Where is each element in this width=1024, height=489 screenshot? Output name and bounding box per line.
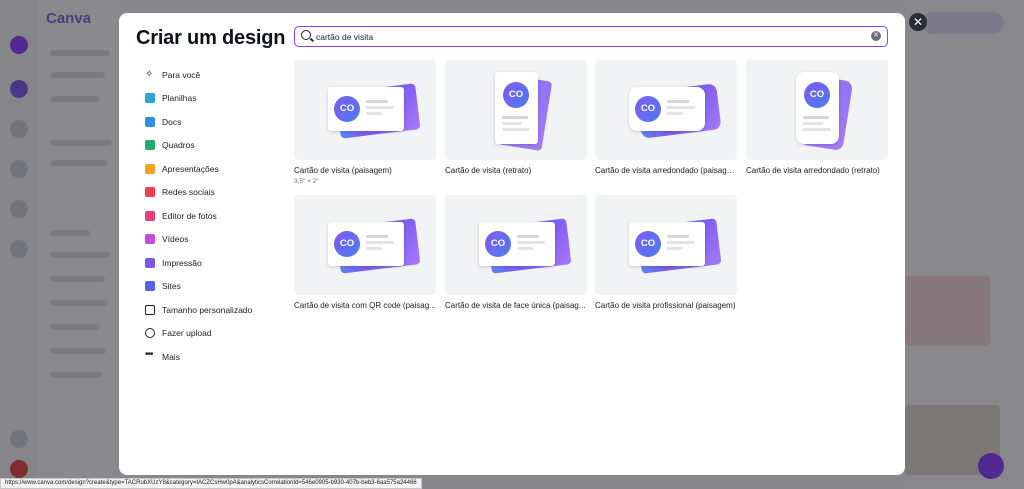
presentation-icon [145, 163, 155, 174]
clear-search-icon[interactable]: ✕ [871, 31, 881, 41]
category-item[interactable]: Docs [145, 110, 285, 134]
template-tile[interactable]: CO Cartão de visita arredondado (paisage.… [595, 60, 737, 175]
template-thumbnail: CO [294, 60, 436, 160]
category-item[interactable]: ✧ Para você [145, 63, 285, 87]
category-label: Redes sociais [162, 187, 215, 198]
status-bar-url: https://www.canva.com/design?create&type… [0, 478, 422, 489]
template-thumbnail: CO [445, 60, 587, 160]
category-label: Vídeos [162, 234, 189, 245]
cloud-upload-icon [145, 328, 155, 339]
category-item[interactable]: Planilhas [145, 87, 285, 111]
template-tile[interactable]: CO Cartão de visita (paisagem) 3,5" × 2" [294, 60, 436, 185]
more-icon: ••• [145, 348, 154, 360]
category-label: Quadros [162, 140, 195, 151]
video-icon [145, 234, 155, 245]
website-icon [145, 281, 155, 292]
category-item[interactable]: Tamanho personalizado [145, 298, 285, 322]
template-tile[interactable]: CO Cartão de visita profissional (paisage… [595, 195, 737, 310]
search-icon [301, 30, 311, 40]
template-thumbnail: CO [595, 60, 737, 160]
heart-icon [145, 187, 155, 198]
category-label: Planilhas [162, 93, 197, 104]
card-front: CO [495, 72, 538, 144]
custom-size-icon [145, 304, 155, 315]
spreadsheet-icon [145, 93, 155, 104]
template-label: Cartão de visita de face única (paisag..… [445, 301, 586, 310]
create-design-modal: Criar um design ✧ Para você Planilhas Docs Q… [119, 13, 905, 475]
template-thumbnail: CO [595, 195, 737, 295]
card-logo: CO [485, 231, 511, 257]
category-label: Impressão [162, 257, 202, 268]
template-tile[interactable]: CO Cartão de visita com QR code (paisag..… [294, 195, 436, 310]
card-front: CO [328, 87, 404, 131]
card-logo: CO [635, 231, 661, 257]
card-logo: CO [503, 82, 529, 108]
category-label: Mais [162, 351, 180, 362]
category-label: Editor de fotos [162, 210, 217, 221]
category-list: ✧ Para você Planilhas Docs Quadros Apresentaç… [145, 63, 285, 369]
card-front: CO [328, 222, 404, 266]
category-item[interactable]: Editor de fotos [145, 204, 285, 228]
modal-title: Criar um design [136, 27, 286, 49]
category-item[interactable]: Vídeos [145, 228, 285, 252]
search-bar[interactable]: ✕ [294, 26, 888, 47]
search-input[interactable] [316, 30, 856, 43]
card-front: CO [479, 222, 555, 266]
docs-icon [145, 116, 155, 127]
category-item[interactable]: Sites [145, 275, 285, 299]
template-label: Cartão de visita arredondado (retrato) [746, 166, 880, 175]
template-thumbnail: CO [746, 60, 888, 160]
template-size: 3,5" × 2" [294, 178, 319, 185]
template-tile[interactable]: CO Cartão de visita (retrato) [445, 60, 587, 175]
category-item[interactable]: ••• Mais [145, 345, 285, 369]
category-label: Fazer upload [162, 328, 212, 339]
category-item[interactable]: Impressão [145, 251, 285, 275]
camera-icon [145, 210, 155, 221]
printer-icon [145, 257, 155, 268]
category-item[interactable]: Quadros [145, 134, 285, 158]
category-label: Sites [162, 281, 181, 292]
template-label: Cartão de visita (paisagem) [294, 166, 392, 175]
template-thumbnail: CO [445, 195, 587, 295]
card-front: CO [796, 72, 839, 144]
category-label: Docs [162, 116, 182, 127]
category-item[interactable]: Redes sociais [145, 181, 285, 205]
category-item[interactable]: Fazer upload [145, 322, 285, 346]
template-thumbnail: CO [294, 195, 436, 295]
template-label: Cartão de visita arredondado (paisage... [595, 166, 737, 175]
template-label: Cartão de visita profissional (paisagem) [595, 301, 736, 310]
category-item[interactable]: Apresentações [145, 157, 285, 181]
card-logo: CO [804, 82, 830, 108]
template-label: Cartão de visita com QR code (paisag... [294, 301, 436, 310]
template-tile[interactable]: CO Cartão de visita de face única (paisag… [445, 195, 587, 310]
close-modal-button[interactable]: ✕ [909, 13, 927, 31]
sparkle-icon: ✧ [145, 68, 154, 80]
card-logo: CO [334, 231, 360, 257]
category-label: Para você [162, 69, 201, 80]
template-tile[interactable]: CO Cartão de visita arredondado (retrato) [746, 60, 888, 175]
template-label: Cartão de visita (retrato) [445, 166, 532, 175]
category-label: Apresentações [162, 163, 219, 174]
card-front: CO [629, 87, 705, 131]
whiteboard-icon [145, 140, 155, 151]
card-front: CO [629, 222, 705, 266]
card-logo: CO [334, 96, 360, 122]
category-label: Tamanho personalizado [162, 304, 253, 315]
card-logo: CO [635, 96, 661, 122]
